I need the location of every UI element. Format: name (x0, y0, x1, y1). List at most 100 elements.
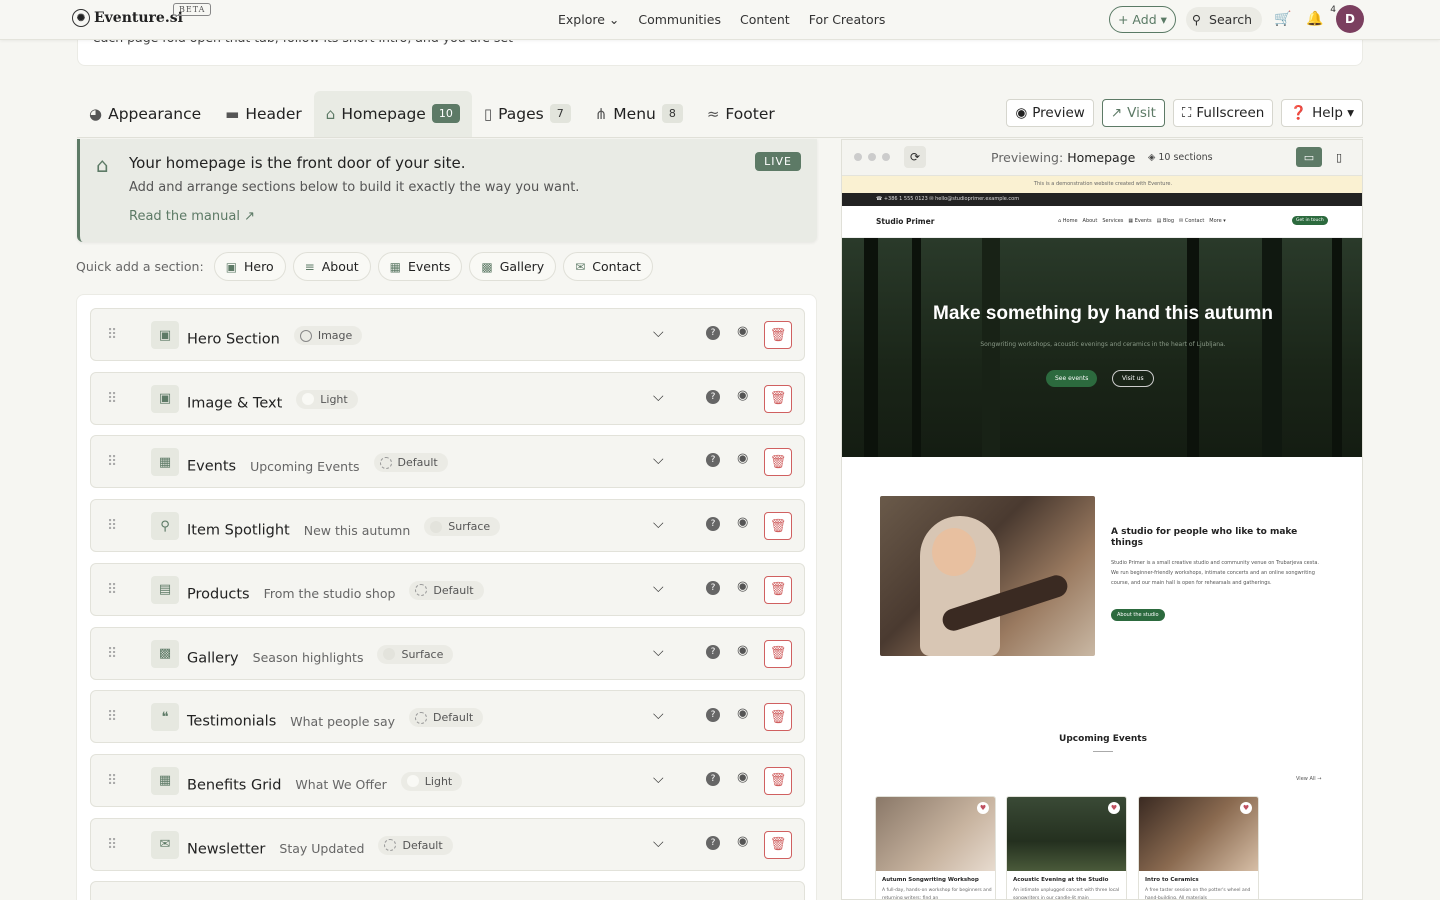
section-row[interactable]: ⠿ ▣ Hero Section Image ⌵? ◉ 🗑 (90, 308, 805, 361)
help-button[interactable]: ❓ Help ▾ (1281, 99, 1363, 127)
section-style-pill[interactable]: Image (293, 326, 363, 345)
site-link[interactable]: ▦ Events (1128, 218, 1151, 224)
chevron-down-icon[interactable]: ⌵ (653, 389, 664, 405)
tab-pages[interactable]: ▯ Pages 7 (472, 91, 583, 137)
section-row[interactable]: ⠿ ▦ Benefits Grid What We Offer Light ⌵? ◉ 🗑 (90, 753, 805, 807)
preview-button[interactable]: ◉ Preview (1006, 99, 1094, 127)
trash-icon[interactable]: 🗑 (764, 639, 792, 668)
section-row[interactable] (90, 881, 805, 900)
site-link[interactable]: More ▾ (1209, 218, 1226, 224)
question-icon[interactable]: ? (706, 517, 720, 532)
eye-icon[interactable]: ◉ (737, 643, 748, 658)
drag-handle-icon[interactable]: ⠿ (107, 582, 117, 598)
section-style-pill[interactable]: Surface (377, 644, 454, 664)
site-cta-button[interactable]: Get in touch (1292, 216, 1328, 225)
tab-appearance[interactable]: ◕ Appearance (77, 91, 213, 137)
desktop-icon[interactable]: ▭ (1296, 147, 1322, 167)
site-link[interactable]: ⌂ Home (1058, 218, 1078, 224)
event-card[interactable]: ♥ Intro to Ceramics A free taster sessio… (1138, 796, 1259, 899)
drag-handle-icon[interactable]: ⠿ (107, 454, 117, 470)
section-row[interactable]: ⠿ ▣ Image & Text Light ⌵? ◉ 🗑 (90, 371, 805, 425)
heart-icon[interactable]: ♥ (1108, 802, 1120, 814)
section-row[interactable]: ⠿ ▤ Products From the studio shop Default ⌵? ◉… (90, 562, 805, 616)
quick-add-events[interactable]: ▦ Events (377, 252, 463, 281)
section-style-pill[interactable]: Default (378, 835, 453, 855)
section-style-pill[interactable]: Default (409, 580, 484, 600)
eye-icon[interactable]: ◉ (737, 388, 748, 403)
chevron-down-icon[interactable]: ⌵ (653, 325, 664, 341)
chevron-down-icon[interactable]: ⌵ (653, 580, 664, 596)
section-row[interactable]: ⠿ ⚲ Item Spotlight New this autumn Surface ⌵?… (90, 499, 805, 553)
quick-add-about[interactable]: ≡ About (292, 252, 371, 281)
drag-handle-icon[interactable]: ⠿ (107, 327, 117, 343)
nav-explore[interactable]: Explore ⌄ (558, 12, 619, 27)
drag-handle-icon[interactable]: ⠿ (107, 773, 117, 789)
quick-add-gallery[interactable]: ▩ Gallery (469, 252, 557, 281)
bell-icon[interactable]: 🔔 4 (1304, 5, 1336, 27)
section-style-pill[interactable]: Surface (424, 517, 501, 537)
chevron-down-icon[interactable]: ⌵ (653, 644, 664, 660)
about-studio-button[interactable]: About the studio (1111, 609, 1165, 621)
eye-icon[interactable]: ◉ (737, 770, 748, 785)
drag-handle-icon[interactable]: ⠿ (107, 518, 117, 534)
question-icon[interactable]: ? (706, 326, 720, 340)
add-button[interactable]: + Add ▾ (1108, 5, 1176, 33)
question-icon[interactable]: ? (706, 771, 720, 786)
trash-icon[interactable]: 🗑 (764, 384, 792, 413)
trash-icon[interactable]: 🗑 (764, 512, 792, 541)
mobile-icon[interactable]: ▯ (1326, 147, 1352, 167)
trash-icon[interactable]: 🗑 (764, 766, 792, 795)
quick-add-contact[interactable]: ✉ Contact (563, 252, 653, 281)
trash-icon[interactable]: 🗑 (764, 575, 792, 604)
read-manual-link[interactable]: Read the manual ↗ (129, 209, 255, 224)
tab-menu[interactable]: ⋔ Menu 8 (583, 91, 695, 137)
heart-icon[interactable]: ♥ (977, 802, 989, 814)
question-icon[interactable]: ? (706, 453, 720, 468)
site-link[interactable]: ✉ Contact (1179, 218, 1204, 224)
eye-icon[interactable]: ◉ (737, 324, 748, 339)
eye-icon[interactable]: ◉ (737, 834, 748, 849)
section-style-pill[interactable]: Default (409, 708, 484, 728)
user-avatar[interactable]: D (1336, 5, 1364, 33)
section-style-pill[interactable]: Light (400, 771, 463, 791)
section-style-pill[interactable]: Default (373, 453, 448, 473)
trash-icon[interactable]: 🗑 (764, 321, 792, 349)
brand-logo[interactable]: ✺ Eventure.si (72, 9, 183, 27)
eye-icon[interactable]: ◉ (737, 579, 748, 594)
nav-communities[interactable]: Communities (638, 12, 721, 27)
fullscreen-button[interactable]: ⛶ Fullscreen (1172, 99, 1274, 127)
site-link[interactable]: About (1083, 218, 1098, 224)
section-row[interactable]: ⠿ ▩ Gallery Season highlights Surface ⌵? ◉ 🗑 (90, 626, 805, 680)
chevron-down-icon[interactable]: ⌵ (653, 771, 664, 787)
drag-handle-icon[interactable]: ⠿ (107, 646, 117, 662)
eye-icon[interactable]: ◉ (737, 706, 748, 721)
drag-handle-icon[interactable]: ⠿ (107, 391, 117, 407)
cart-icon[interactable]: 🛒 (1272, 11, 1294, 27)
nav-for-creators[interactable]: For Creators (809, 12, 886, 27)
question-icon[interactable]: ? (706, 708, 720, 723)
site-link[interactable]: ▤ Blog (1157, 218, 1174, 224)
eye-icon[interactable]: ◉ (737, 451, 748, 466)
visit-button[interactable]: ↗ Visit (1101, 99, 1165, 127)
tab-footer[interactable]: ≈ Footer (695, 91, 787, 137)
trash-icon[interactable]: 🗑 (764, 703, 792, 732)
quick-add-hero[interactable]: ▣ Hero (213, 252, 286, 281)
refresh-icon[interactable]: ⟳ (904, 146, 926, 168)
event-card[interactable]: ♥ Acoustic Evening at the Studio An inti… (1006, 796, 1127, 899)
trash-icon[interactable]: 🗑 (764, 830, 792, 859)
section-style-pill[interactable]: Light (296, 389, 358, 409)
drag-handle-icon[interactable]: ⠿ (107, 837, 117, 853)
section-row[interactable]: ⠿ ✉ Newsletter Stay Updated Default ⌵? ◉ 🗑 (90, 817, 805, 871)
section-row[interactable]: ⠿ ❝ Testimonials What people say Default ⌵? ◉ 🗑 (90, 690, 805, 744)
tab-header[interactable]: ▬ Header (213, 91, 314, 137)
chevron-down-icon[interactable]: ⌵ (653, 835, 664, 851)
visit-us-button[interactable]: Visit us (1112, 370, 1154, 387)
question-icon[interactable]: ? (706, 580, 720, 595)
nav-content[interactable]: Content (740, 12, 790, 27)
tab-homepage[interactable]: ⌂ Homepage 10 (313, 90, 472, 137)
search-button[interactable]: ⚲ Search (1185, 6, 1262, 32)
chevron-down-icon[interactable]: ⌵ (653, 707, 664, 723)
heart-icon[interactable]: ♥ (1240, 802, 1252, 814)
chevron-down-icon[interactable]: ⌵ (653, 516, 664, 532)
question-icon[interactable]: ? (706, 644, 720, 659)
